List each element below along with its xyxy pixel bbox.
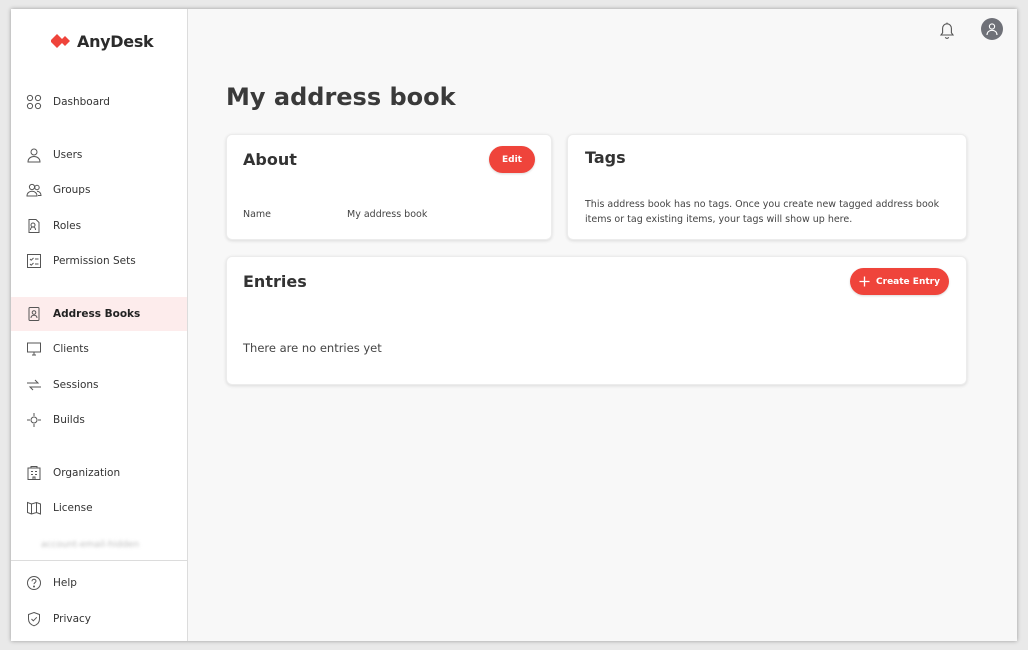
- groups-icon: [26, 182, 42, 198]
- builds-icon: [26, 412, 42, 428]
- sidebar-item-sessions[interactable]: Sessions: [11, 368, 187, 402]
- organization-icon: [26, 465, 42, 481]
- brand-name: AnyDesk: [77, 31, 154, 51]
- sidebar-item-label: Organization: [53, 467, 121, 479]
- page-title: My address book: [226, 83, 456, 111]
- dashboard-icon: [26, 94, 42, 110]
- name-label: Name: [243, 209, 272, 220]
- about-card: About Edit Name My address book: [226, 134, 552, 240]
- sidebar-item-builds[interactable]: Builds: [11, 403, 187, 437]
- app-window: AnyDesk Dashboard Users Groups Roles Per…: [11, 9, 1017, 641]
- sidebar-item-label: Roles: [53, 220, 82, 232]
- roles-icon: [26, 218, 42, 234]
- monitor-icon: [26, 341, 42, 357]
- sidebar-item-privacy[interactable]: Privacy: [11, 602, 187, 636]
- sidebar-item-clients[interactable]: Clients: [11, 332, 187, 366]
- sidebar-item-label: Permission Sets: [53, 255, 136, 267]
- sidebar-item-license[interactable]: License: [11, 491, 187, 525]
- sessions-icon: [26, 377, 42, 393]
- sidebar-item-users[interactable]: Users: [11, 138, 187, 172]
- entries-card: Entries Create Entry There are no entrie…: [226, 256, 967, 385]
- entries-card-title: Entries: [243, 272, 307, 291]
- sidebar-item-label: Privacy: [53, 613, 92, 625]
- about-card-title: About: [243, 150, 297, 169]
- sidebar-item-label: Sessions: [53, 379, 99, 391]
- permission-sets-icon: [26, 253, 42, 269]
- plus-icon: [859, 276, 870, 287]
- sidebar-item-groups[interactable]: Groups: [11, 173, 187, 207]
- create-entry-button[interactable]: Create Entry: [850, 268, 949, 295]
- edit-button[interactable]: Edit: [489, 146, 535, 173]
- user-avatar-icon[interactable]: [981, 18, 1003, 40]
- sidebar-item-dashboard[interactable]: Dashboard: [11, 85, 187, 119]
- privacy-shield-icon: [26, 611, 42, 627]
- sidebar-item-label: License: [53, 502, 93, 514]
- address-book-icon: [26, 306, 42, 322]
- tags-card: Tags This address book has no tags. Once…: [567, 134, 967, 240]
- sidebar-divider: [11, 560, 187, 561]
- entries-empty-text: There are no entries yet: [243, 341, 382, 355]
- create-entry-label: Create Entry: [876, 276, 940, 287]
- sidebar-item-label: Clients: [53, 343, 89, 355]
- sidebar-item-label: Groups: [53, 184, 91, 196]
- sidebar: AnyDesk Dashboard Users Groups Roles Per…: [11, 9, 188, 641]
- help-icon: [26, 575, 42, 591]
- sidebar-item-address-books[interactable]: Address Books: [11, 297, 187, 331]
- sidebar-item-help[interactable]: Help: [11, 566, 187, 600]
- sidebar-item-permission-sets[interactable]: Permission Sets: [11, 244, 187, 278]
- license-icon: [26, 500, 42, 516]
- sidebar-item-label: Address Books: [53, 308, 141, 320]
- tags-empty-description: This address book has no tags. Once you …: [585, 199, 940, 225]
- sidebar-item-label: Dashboard: [53, 96, 110, 108]
- account-info-blurred: account-email-hidden: [41, 540, 140, 550]
- sidebar-item-label: Builds: [53, 414, 85, 426]
- anydesk-logo-icon: [50, 33, 73, 49]
- bell-icon[interactable]: [936, 19, 958, 41]
- sidebar-item-label: Help: [53, 577, 77, 589]
- sidebar-item-label: Users: [53, 149, 83, 161]
- name-value: My address book: [347, 209, 428, 220]
- tags-card-title: Tags: [585, 148, 626, 167]
- logo[interactable]: AnyDesk: [50, 31, 154, 51]
- user-icon: [26, 147, 42, 163]
- sidebar-item-roles[interactable]: Roles: [11, 209, 187, 243]
- sidebar-item-organization[interactable]: Organization: [11, 456, 187, 490]
